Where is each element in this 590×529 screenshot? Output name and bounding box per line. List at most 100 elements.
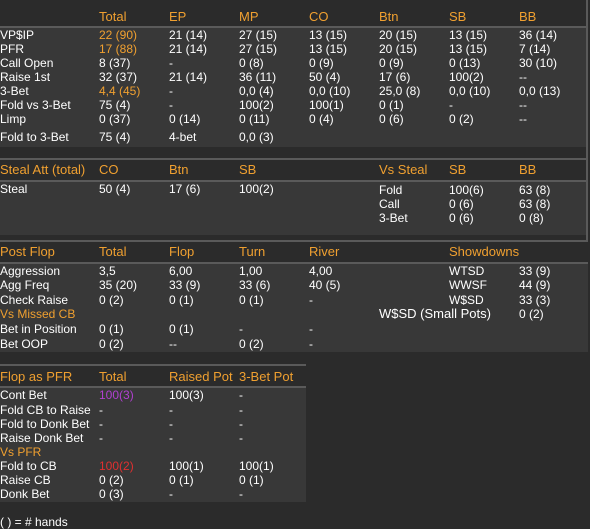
cell: 33 (9) — [169, 278, 201, 292]
cell: 20 (15) — [379, 42, 418, 56]
window-edge — [586, 0, 588, 240]
postflop-header-turn: Turn — [239, 244, 266, 259]
row-label: Bet in Position — [0, 322, 77, 336]
row-label: Raise 1st — [0, 70, 51, 84]
cell: 13 (15) — [309, 42, 348, 56]
cell: - — [169, 403, 173, 417]
row-label: Cont Bet — [0, 388, 47, 402]
cell: 0 (3) — [99, 487, 124, 501]
cell: 17 (88) — [99, 42, 138, 56]
cell: 0 (1) — [169, 293, 194, 307]
steal-band — [0, 180, 588, 235]
cell: 22 (90) — [99, 28, 138, 42]
preflop-band — [0, 26, 588, 147]
cell: 0 (37) — [99, 112, 131, 126]
showdowns-title: Showdowns — [449, 244, 520, 259]
vs-steal-title: Vs Steal — [379, 162, 428, 177]
cell: 20 (15) — [379, 28, 418, 42]
row-label: 3-Bet — [0, 84, 29, 98]
cell: - — [239, 487, 243, 501]
preflop-header-total: Total — [99, 9, 127, 24]
cell: 0 (2) — [99, 473, 124, 487]
separator — [0, 364, 306, 366]
vs-missed-cb-title: Vs Missed CB — [0, 307, 76, 321]
steal-header-sb: SB — [239, 162, 257, 177]
showdown-label: W$SD (Small Pots) — [379, 306, 491, 321]
cell: - — [169, 56, 173, 70]
showdown-label: W$SD — [449, 293, 484, 307]
cell: 0 (2) — [99, 293, 124, 307]
row-label: Donk Bet — [0, 487, 50, 501]
cell: - — [309, 337, 313, 351]
cell: 0 (2) — [99, 337, 124, 351]
cell: 0 (6) — [449, 197, 474, 211]
separator — [0, 158, 588, 160]
cell: 0 (6) — [379, 112, 404, 126]
cell: -- — [519, 70, 527, 84]
cell: 3,5 — [99, 264, 116, 278]
cell: 35 (20) — [99, 278, 138, 292]
cell: 75 (4) — [99, 130, 131, 144]
row-label: Agg Freq — [0, 278, 50, 292]
cell: 75 (4) — [99, 98, 131, 112]
cell: 0,0 (3) — [239, 130, 274, 144]
cell: 0 (6) — [449, 211, 474, 225]
cell: 0 (2) — [239, 337, 264, 351]
cell: 0 (4) — [309, 112, 334, 126]
cell: 4,00 — [309, 264, 333, 278]
cell: 0 (1) — [239, 473, 264, 487]
cell: 100(1) — [309, 98, 344, 112]
preflop-header-sb: SB — [449, 9, 467, 24]
cell: 100(3) — [169, 388, 204, 402]
row-label: Fold to 3-Bet — [0, 130, 69, 144]
preflop-header-btn: Btn — [379, 9, 399, 24]
row-label: Call Open — [0, 56, 54, 70]
cell: 25,0 (8) — [379, 84, 421, 98]
cell: 100(2) — [239, 182, 274, 196]
cell: - — [169, 487, 173, 501]
cell: 0 (9) — [309, 56, 334, 70]
cell: 100(2) — [239, 98, 274, 112]
cell: 0 (9) — [379, 56, 404, 70]
cell: 100(3) — [99, 388, 134, 402]
row-label: Limp — [0, 112, 27, 126]
separator — [0, 262, 588, 264]
cell: - — [169, 84, 173, 98]
cell: 100(1) — [169, 459, 204, 473]
showdown-value: 33 (9) — [519, 264, 551, 278]
cell: 63 (8) — [519, 197, 551, 211]
cell: 0 (8) — [239, 56, 264, 70]
postflop-header-total: Total — [99, 244, 127, 259]
cell: 1,00 — [239, 264, 263, 278]
cell: 100(1) — [239, 459, 274, 473]
cell: - — [239, 417, 243, 431]
flop-pfr-header-total: Total — [99, 369, 127, 384]
cell: 0 (1) — [239, 293, 264, 307]
vs-steal-header-bb: BB — [519, 162, 537, 177]
cell: - — [309, 293, 313, 307]
cell: 0 (1) — [169, 473, 194, 487]
row-label: VP$IP — [0, 28, 35, 42]
row-label: PFR — [0, 42, 24, 56]
showdown-value: 33 (3) — [519, 293, 551, 307]
steal-title: Steal Att (total) — [0, 162, 86, 177]
cell: 7 (14) — [519, 42, 551, 56]
cell: 50 (4) — [99, 182, 131, 196]
cell: 100(2) — [99, 459, 134, 473]
cell: 13 (15) — [309, 28, 348, 42]
cell: 17 (6) — [169, 182, 201, 196]
cell: 63 (8) — [519, 183, 551, 197]
cell: 100(2) — [449, 70, 484, 84]
flop-pfr-title: Flop as PFR — [0, 369, 73, 384]
cell: 40 (5) — [309, 278, 341, 292]
postflop-header-flop: Flop — [169, 244, 195, 259]
cell: 0,0 (10) — [309, 84, 351, 98]
cell: 30 (10) — [519, 56, 558, 70]
cell: - — [239, 431, 243, 445]
cell: 33 (6) — [239, 278, 271, 292]
preflop-header-bb: BB — [519, 9, 537, 24]
row-label: Steal — [0, 182, 28, 196]
cell: 13 (15) — [449, 28, 488, 42]
cell: 100(6) — [449, 183, 484, 197]
separator — [0, 180, 588, 182]
